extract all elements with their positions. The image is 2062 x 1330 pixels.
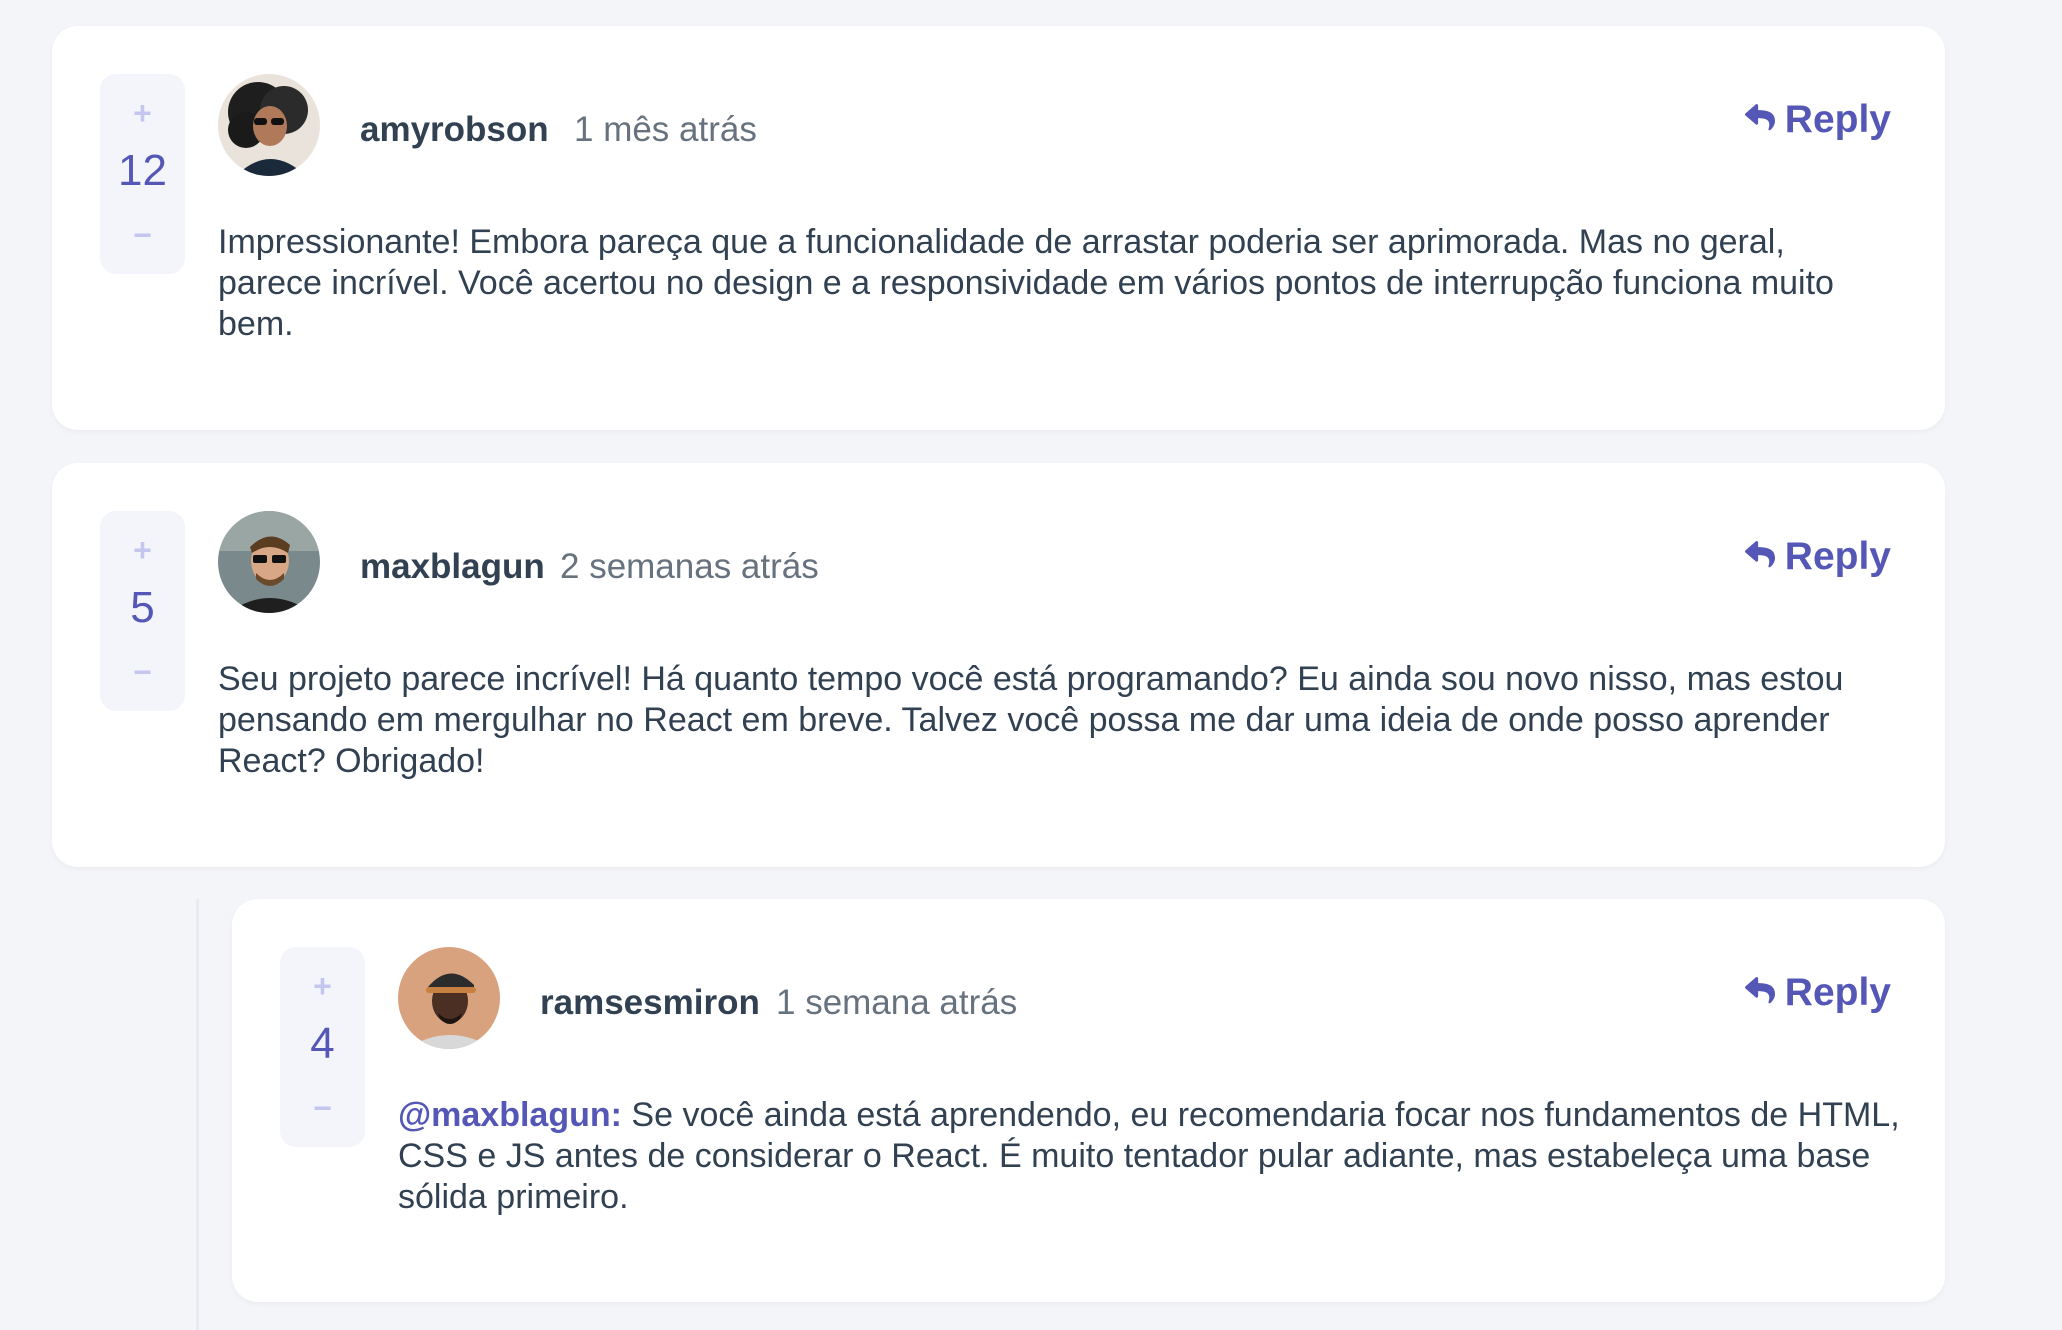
reply-button[interactable]: Reply — [1744, 98, 1891, 142]
score-count: 5 — [130, 583, 155, 632]
vote-widget: + 4 − — [280, 947, 365, 1147]
mention-link[interactable]: @maxblagun: — [398, 1096, 622, 1134]
avatar — [398, 947, 500, 1049]
downvote-button[interactable]: − — [280, 1083, 365, 1133]
vote-widget: + 5 − — [100, 511, 185, 711]
reply-button[interactable]: Reply — [1744, 971, 1891, 1015]
avatar — [218, 511, 320, 613]
downvote-button[interactable]: − — [100, 647, 185, 697]
avatar — [218, 74, 320, 176]
reply-thread-line — [196, 899, 199, 1330]
upvote-button[interactable]: + — [100, 88, 185, 138]
comment-text: Impressionante! Embora pareça que a func… — [218, 223, 1834, 343]
reply-arrow-icon — [1744, 971, 1775, 1015]
comment-text: @maxblagun: Se você ainda está aprendend… — [398, 1095, 1918, 1218]
username[interactable]: maxblagun — [360, 547, 545, 587]
comment-card: + 5 − maxblagun 2 semanas atrás Reply Se… — [52, 463, 1945, 867]
comment-text: Seu projeto parece incrível! Há quanto t… — [218, 660, 1844, 780]
reply-arrow-icon — [1744, 98, 1775, 142]
downvote-button[interactable]: − — [100, 210, 185, 260]
comment-card: + 12 − amyrobson 1 mês atrás Reply Impre… — [52, 26, 1945, 430]
username[interactable]: amyrobson — [360, 110, 549, 150]
username[interactable]: ramsesmiron — [540, 983, 760, 1023]
score-count: 4 — [310, 1019, 335, 1068]
reply-button[interactable]: Reply — [1744, 535, 1891, 579]
reply-label: Reply — [1784, 98, 1891, 141]
vote-widget: + 12 − — [100, 74, 185, 274]
upvote-button[interactable]: + — [100, 525, 185, 575]
timestamp: 1 semana atrás — [776, 983, 1018, 1022]
reply-body: Se você ainda está aprendendo, eu recome… — [398, 1096, 1900, 1216]
reply-arrow-icon — [1744, 535, 1775, 579]
score-count: 12 — [118, 146, 167, 195]
reply-label: Reply — [1784, 971, 1891, 1014]
reply-card: + 4 − ramsesmiron 1 semana atrás Reply @… — [232, 899, 1945, 1302]
upvote-button[interactable]: + — [280, 961, 365, 1011]
reply-label: Reply — [1784, 535, 1891, 578]
timestamp: 1 mês atrás — [574, 110, 757, 149]
timestamp: 2 semanas atrás — [560, 547, 819, 586]
